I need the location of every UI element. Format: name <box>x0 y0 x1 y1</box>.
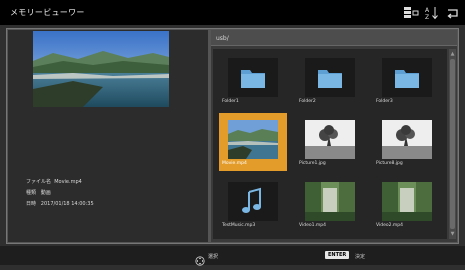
file-tile[interactable]: TestMusic.mp3 <box>219 175 287 233</box>
file-type-value: 動画 <box>40 190 51 196</box>
file-browser: usb/ Folder1 Folder2 Folder3 Movie.mp4 P… <box>211 30 457 242</box>
file-tile[interactable]: Video2.mp4 <box>373 175 441 233</box>
scroll-up-icon[interactable]: ▲ <box>450 51 455 57</box>
folder-icon <box>305 58 355 97</box>
view-toggle-icon[interactable] <box>403 5 419 19</box>
dpad-icon <box>195 251 205 270</box>
current-path: usb/ <box>216 35 229 42</box>
file-name-label: ファイル名 <box>26 179 52 185</box>
file-tile[interactable]: Picture8.jpg <box>373 113 441 171</box>
file-type-label: 種類 <box>26 190 37 196</box>
file-tile[interactable]: Picture1.jpg <box>296 113 364 171</box>
scroll-thumb[interactable] <box>450 59 455 229</box>
file-label: Picture8.jpg <box>376 161 403 166</box>
file-label: Folder2 <box>299 99 316 104</box>
sort-icon[interactable]: A Z <box>424 5 440 21</box>
file-label: Movie.mp4 <box>222 161 247 166</box>
preview-image <box>33 31 169 107</box>
file-name-row: ファイル名 Movie.mp4 <box>26 178 82 185</box>
file-grid: Folder1 Folder2 Folder3 Movie.mp4 Pictur… <box>213 49 447 239</box>
path-bar: usb/ <box>211 30 457 46</box>
video-thumbnail <box>382 182 432 221</box>
file-label: Picture1.jpg <box>299 161 326 166</box>
file-date-label: 日時 <box>26 201 37 207</box>
app-title: メモリービューワー <box>10 8 85 17</box>
enter-key-icon: ENTER <box>325 251 350 259</box>
video-thumbnail <box>305 182 355 221</box>
file-label: Folder3 <box>376 99 393 104</box>
scroll-down-icon[interactable]: ▼ <box>450 231 455 237</box>
photo-thumbnail <box>382 120 432 159</box>
file-tile[interactable]: Folder1 <box>219 51 287 109</box>
file-label: TestMusic.mp3 <box>222 223 256 228</box>
nav-hint-label: 選択 <box>208 254 219 260</box>
video-thumbnail <box>228 120 278 159</box>
enter-hint-label: 決定 <box>355 254 366 260</box>
hint-bar: 選択 ENTER 決定 <box>0 246 465 266</box>
photo-thumbnail <box>305 120 355 159</box>
folder-icon <box>382 58 432 97</box>
return-icon[interactable] <box>445 5 461 19</box>
music-note-icon <box>228 182 278 221</box>
file-label: Video1.mp4 <box>299 223 327 228</box>
file-label: Folder1 <box>222 99 239 104</box>
file-tile-selected[interactable]: Movie.mp4 <box>219 113 287 171</box>
svg-text:A: A <box>425 7 430 14</box>
file-tile[interactable]: Video1.mp4 <box>296 175 364 233</box>
file-tile[interactable]: Folder2 <box>296 51 364 109</box>
file-name-value: Movie.mp4 <box>54 179 82 185</box>
folder-icon <box>228 58 278 97</box>
file-date-value: 2017/01/18 14:00:35 <box>40 201 94 207</box>
svg-text:Z: Z <box>425 14 429 20</box>
file-label: Video2.mp4 <box>376 223 404 228</box>
file-type-row: 種類 動画 <box>26 189 51 196</box>
title-bar: メモリービューワー A Z <box>0 0 465 25</box>
file-date-row: 日時 2017/01/18 14:00:35 <box>26 200 94 207</box>
file-tile[interactable]: Folder3 <box>373 51 441 109</box>
scrollbar[interactable]: ▲ ▼ <box>449 49 456 239</box>
